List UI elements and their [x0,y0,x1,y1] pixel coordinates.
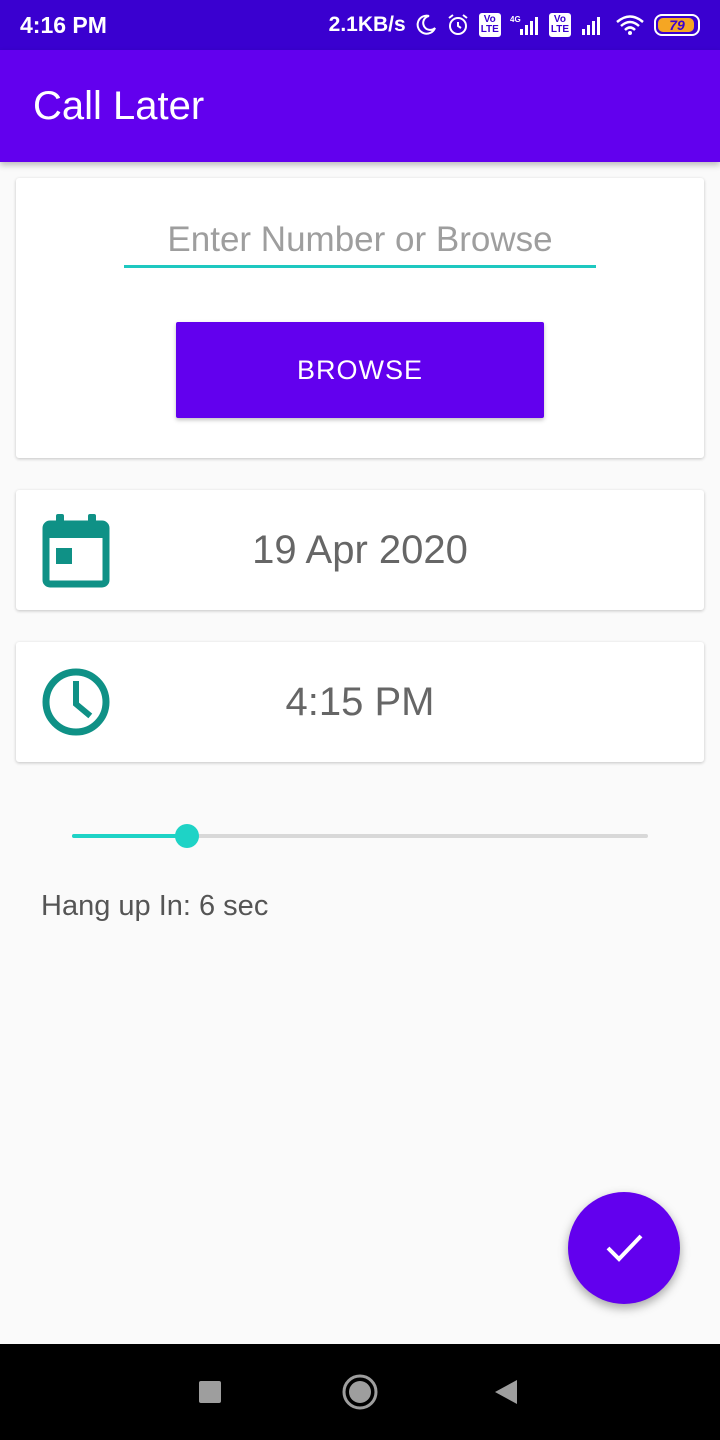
selected-time: 4:15 PM [285,679,435,724]
phone-number-input[interactable] [124,214,596,268]
status-icons: 2.1KB/s Vo LTE 4G Vo LTE 79 [329,13,700,37]
signal-icon: 4G [510,14,540,36]
page-title: Call Later [33,83,205,128]
check-icon [604,1227,644,1270]
number-card: BROWSE [16,178,704,458]
app-bar: Call Later [0,50,720,162]
recents-square-icon[interactable] [190,1372,230,1412]
hangup-slider[interactable] [72,822,648,850]
status-time: 4:16 PM [20,11,107,38]
volte-icon: Vo LTE [548,13,571,37]
home-circle-icon[interactable] [340,1372,380,1412]
svg-text:4G: 4G [510,15,521,24]
back-triangle-icon[interactable] [486,1372,526,1412]
signal-icon [580,14,606,36]
confirm-fab-button[interactable] [568,1192,680,1304]
hangup-label: Hang up In: 6 sec [41,890,269,922]
battery-icon: 79 [654,14,700,36]
browse-button[interactable]: BROWSE [176,322,544,418]
net-speed: 2.1KB/s [328,13,406,36]
selected-date: 19 Apr 2020 [252,527,468,572]
date-card[interactable]: 19 Apr 2020 [16,490,704,610]
moon-icon [415,14,437,36]
volte-icon: Vo LTE [478,13,501,37]
alarm-icon [446,13,470,37]
wifi-icon [615,14,645,36]
battery-level: 79 [669,17,685,33]
system-nav-bar [0,1344,720,1440]
time-card[interactable]: 4:15 PM [16,642,704,762]
slider-thumb[interactable] [175,824,200,848]
status-bar: 4:16 PM 2.1KB/s Vo LTE 4G Vo LTE 79 [0,0,720,50]
slider-fill [72,834,188,838]
